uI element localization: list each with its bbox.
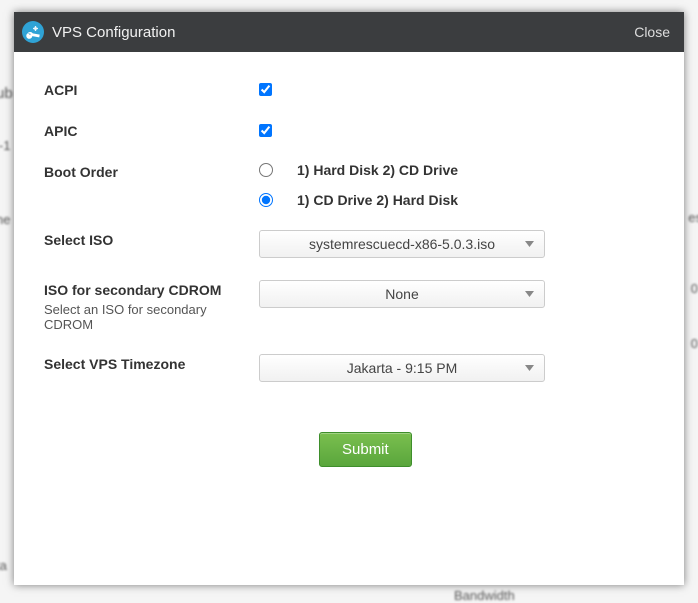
timezone-value: Jakarta - 9:15 PM	[347, 360, 458, 376]
boot-order-label: Boot Order	[44, 162, 259, 180]
submit-button[interactable]: Submit	[319, 432, 412, 467]
boot-order-radio-hd-first[interactable]	[259, 163, 273, 177]
apic-label: APIC	[44, 121, 259, 139]
modal-body: ACPI APIC Boot Order 1) Hard Disk 2) CD …	[14, 52, 684, 585]
bg-text: es	[688, 210, 698, 225]
apic-checkbox[interactable]	[259, 124, 272, 137]
secondary-iso-label: ISO for secondary CDROM	[44, 282, 259, 298]
vps-config-modal: VPS Configuration Close ACPI APIC Boot O…	[14, 12, 684, 585]
chevron-down-icon	[525, 291, 534, 297]
acpi-checkbox[interactable]	[259, 83, 272, 96]
bg-text: ub	[0, 85, 13, 102]
secondary-iso-value: None	[385, 286, 418, 302]
modal-title: VPS Configuration	[52, 24, 175, 41]
secondary-iso-dropdown[interactable]: None	[259, 280, 545, 308]
timezone-dropdown[interactable]: Jakarta - 9:15 PM	[259, 354, 545, 382]
select-iso-dropdown[interactable]: systemrescuecd-x86-5.0.3.iso	[259, 230, 545, 258]
bg-text: l-1	[0, 138, 10, 153]
close-button[interactable]: Close	[634, 24, 670, 40]
bg-text: Bandwidth	[454, 588, 515, 603]
bg-text: ne	[0, 212, 10, 227]
timezone-label: Select VPS Timezone	[44, 354, 259, 372]
select-iso-value: systemrescuecd-x86-5.0.3.iso	[309, 236, 495, 252]
secondary-iso-sublabel: Select an ISO for secondary CDROM	[44, 302, 224, 332]
boot-order-option-label: 1) Hard Disk 2) CD Drive	[297, 162, 458, 178]
chevron-down-icon	[525, 241, 534, 247]
bg-text: 0	[691, 336, 698, 351]
settings-wrench-icon	[22, 21, 44, 43]
modal-titlebar: VPS Configuration Close	[14, 12, 684, 52]
boot-order-option-label: 1) CD Drive 2) Hard Disk	[297, 192, 458, 208]
acpi-label: ACPI	[44, 80, 259, 98]
select-iso-label: Select ISO	[44, 230, 259, 248]
chevron-down-icon	[525, 365, 534, 371]
boot-order-radio-cd-first[interactable]	[259, 193, 273, 207]
bg-text: 0	[691, 281, 698, 296]
bg-text: ta	[0, 558, 7, 573]
